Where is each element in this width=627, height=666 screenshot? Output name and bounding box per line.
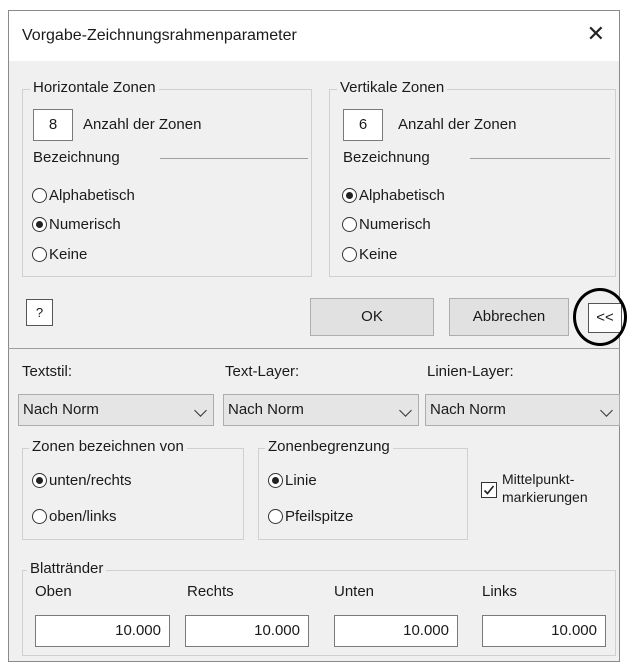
textlayer-dropdown[interactable]: Nach Norm	[223, 394, 419, 426]
horizontal-naming-divider	[160, 158, 308, 159]
margin-top-label: Oben	[35, 583, 72, 600]
chevron-down-icon	[600, 404, 613, 417]
help-icon[interactable]: ?	[26, 299, 53, 326]
margin-left-input[interactable]: 10.000	[482, 615, 606, 647]
chevron-down-icon	[399, 404, 412, 417]
zone-label-from-legend: Zonen bezeichnen von	[29, 438, 187, 455]
radio-icon	[32, 508, 47, 524]
linelayer-label: Linien-Layer:	[427, 363, 514, 380]
vertical-naming-label: Bezeichnung	[343, 149, 430, 166]
margin-bottom-label: Unten	[334, 583, 375, 600]
horizontal-zone-count-input[interactable]: 8	[33, 109, 73, 141]
zone-border-legend: Zonenbegrenzung	[265, 438, 393, 455]
radio-icon	[32, 246, 47, 262]
margin-left-label: Links	[482, 583, 518, 600]
vertical-option-none[interactable]: Keine	[342, 245, 397, 265]
vertical-zone-count-label: Anzahl der Zonen	[398, 116, 517, 133]
margin-top-input[interactable]: 10.000	[35, 615, 170, 647]
zone-border-line[interactable]: Linie	[268, 471, 317, 491]
radio-selected-icon	[342, 187, 357, 203]
chevron-down-icon	[194, 404, 207, 417]
margins-legend: Blattränder	[27, 560, 107, 577]
horizontal-naming-label: Bezeichnung	[33, 149, 120, 166]
radio-icon	[342, 246, 357, 262]
zone-border-arrowhead[interactable]: Pfeilspitze	[268, 507, 353, 527]
vertical-option-numeric[interactable]: Numerisch	[342, 215, 431, 235]
cancel-button[interactable]: Abbrechen	[449, 298, 569, 336]
zone-label-from-top-left[interactable]: oben/links	[32, 507, 117, 527]
window-title: Vorgabe-Zeichnungsrahmenparameter	[22, 27, 297, 44]
horizontal-zone-count-label: Anzahl der Zonen	[83, 116, 202, 133]
section-divider	[8, 348, 620, 349]
vertical-zones-legend: Vertikale Zonen	[337, 79, 448, 96]
linelayer-dropdown[interactable]: Nach Norm	[425, 394, 620, 426]
center-marks-checkbox[interactable]	[481, 482, 497, 498]
title-bar: Vorgabe-Zeichnungsrahmenparameter ✕	[9, 11, 619, 61]
horizontal-zones-legend: Horizontale Zonen	[30, 79, 159, 96]
vertical-naming-divider	[470, 158, 610, 159]
ok-button[interactable]: OK	[310, 298, 434, 336]
radio-selected-icon	[32, 216, 47, 232]
margin-right-input[interactable]: 10.000	[185, 615, 309, 647]
collapse-button[interactable]: <<	[588, 303, 622, 333]
vertical-zone-count-input[interactable]: 6	[343, 109, 383, 141]
horizontal-option-none[interactable]: Keine	[32, 245, 87, 265]
margin-right-label: Rechts	[187, 583, 234, 600]
horizontal-option-numeric[interactable]: Numerisch	[32, 215, 121, 235]
center-marks-label-line1: Mittelpunkt-	[502, 471, 575, 487]
close-icon[interactable]: ✕	[587, 21, 605, 47]
radio-icon	[342, 216, 357, 232]
radio-icon	[268, 508, 283, 524]
margin-bottom-input[interactable]: 10.000	[334, 615, 458, 647]
textstyle-dropdown[interactable]: Nach Norm	[18, 394, 214, 426]
horizontal-option-alphabetic[interactable]: Alphabetisch	[32, 186, 135, 206]
radio-selected-icon	[268, 472, 283, 488]
textlayer-label: Text-Layer:	[225, 363, 300, 380]
radio-icon	[32, 187, 47, 203]
textstyle-label: Textstil:	[22, 363, 73, 380]
zone-label-from-bottom-right[interactable]: unten/rechts	[32, 471, 132, 491]
checkmark-icon	[483, 485, 495, 495]
center-marks-label-line2: markierungen	[502, 489, 588, 505]
radio-selected-icon	[32, 472, 47, 488]
vertical-option-alphabetic[interactable]: Alphabetisch	[342, 186, 445, 206]
